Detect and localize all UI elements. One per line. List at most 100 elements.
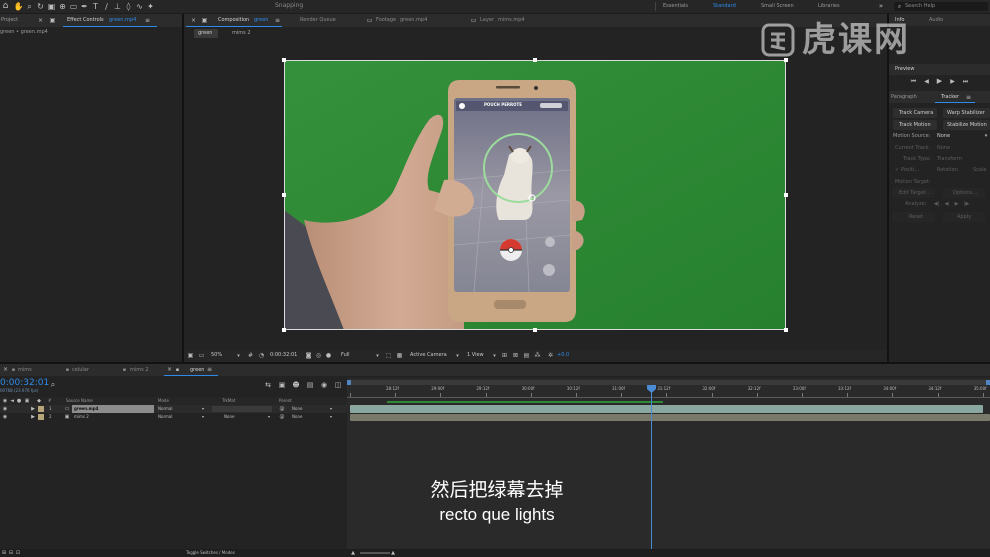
comp-mini-flowchart-icon[interactable]: ⇆ bbox=[263, 381, 273, 390]
last-frame-icon[interactable]: ⏭ bbox=[961, 77, 970, 86]
chevron-down-icon[interactable]: ▾ bbox=[328, 405, 334, 413]
tab-layer-label[interactable]: Layer bbox=[480, 18, 494, 23]
search-icon[interactable]: ⌕ bbox=[48, 380, 58, 390]
transparency-grid-icon[interactable]: ▦ bbox=[395, 351, 404, 361]
previous-frame-icon[interactable]: ◀ bbox=[922, 77, 931, 86]
tab-audio[interactable]: Audio bbox=[929, 18, 943, 23]
chevron-down-icon[interactable]: ▾ bbox=[266, 413, 272, 421]
next-frame-icon[interactable]: ▶ bbox=[948, 77, 957, 86]
analyze-forward-icon[interactable]: ▶ bbox=[953, 200, 960, 208]
zoom-dropdown[interactable]: 50% bbox=[211, 353, 222, 358]
layer-row[interactable]: ◉ ▶ 1 ▭ green.mp4 Normal ▾ @ None ▾ bbox=[0, 405, 347, 413]
layer-trkmat-dropdown[interactable]: None bbox=[224, 415, 234, 419]
search-help-field[interactable]: ⌕ Search Help bbox=[894, 2, 988, 11]
label-color-swatch[interactable] bbox=[38, 414, 44, 420]
chevron-down-icon[interactable]: ▾ bbox=[328, 413, 334, 421]
show-snapshot-icon[interactable]: ◎ bbox=[314, 351, 323, 361]
color-channel-icon[interactable]: ● bbox=[324, 351, 333, 361]
transform-handle[interactable] bbox=[282, 328, 286, 332]
motion-blur-icon[interactable]: ◉ bbox=[319, 381, 329, 390]
toggle-pixel-aspect-icon[interactable]: ⊞ bbox=[500, 351, 509, 361]
transform-handle[interactable] bbox=[784, 328, 788, 332]
analyze-forward-frame-icon[interactable]: |▶ bbox=[963, 200, 970, 208]
lock-icon[interactable]: ▣ bbox=[49, 16, 56, 25]
layer-bounding-box[interactable] bbox=[284, 60, 786, 330]
warp-stabilizer-button[interactable]: Warp Stabilizer bbox=[943, 108, 990, 118]
layer-mode-dropdown[interactable]: Normal bbox=[158, 407, 172, 411]
position-checkbox[interactable]: ✓ bbox=[894, 167, 900, 174]
snapping-label[interactable]: Snapping bbox=[275, 3, 303, 9]
graph-editor-icon[interactable]: ◫ bbox=[333, 381, 343, 390]
transform-handle[interactable] bbox=[533, 58, 537, 62]
snapshot-icon[interactable]: ◙ bbox=[304, 351, 313, 361]
trkmat-header[interactable]: TrkMat bbox=[222, 399, 235, 403]
expand-arrow-icon[interactable]: ▶ bbox=[30, 405, 36, 413]
eraser-tool-icon[interactable]: ◊ bbox=[124, 2, 133, 11]
views-dropdown[interactable]: 1 View bbox=[467, 353, 484, 358]
tab-tracker[interactable]: Tracker bbox=[941, 95, 959, 100]
puppet-tool-icon[interactable]: ✦ bbox=[146, 2, 155, 11]
current-track-dropdown[interactable]: None bbox=[937, 146, 950, 151]
camera-tool-icon[interactable]: ▣ bbox=[47, 2, 56, 11]
workspace-libraries[interactable]: Libraries bbox=[818, 4, 840, 9]
frame-blending-icon[interactable]: ▤ bbox=[305, 381, 315, 390]
roto-brush-tool-icon[interactable]: ∿ bbox=[135, 2, 144, 11]
chevron-down-icon[interactable]: ▾ bbox=[200, 413, 206, 421]
track-bar-mims2[interactable] bbox=[350, 414, 990, 421]
comp-flow-mims2-label[interactable]: mims 2 bbox=[232, 31, 251, 36]
layer-row[interactable]: ◉ ▶ 2 ▣ mims 2 Normal ▾ None ▾ @ None ▾ bbox=[0, 413, 347, 421]
comp-flow-green[interactable]: green bbox=[194, 29, 218, 38]
tab-paragraph[interactable]: Paragraph bbox=[891, 95, 917, 100]
track-type-dropdown[interactable]: Transform bbox=[937, 157, 962, 162]
resolution-dropdown[interactable]: Full bbox=[341, 353, 350, 358]
mode-header[interactable]: Mode bbox=[158, 399, 169, 403]
workspace-overflow-icon[interactable]: » bbox=[877, 2, 885, 11]
draft-3d-icon[interactable]: ▣ bbox=[277, 381, 287, 390]
pen-tool-icon[interactable]: ✒ bbox=[80, 2, 89, 11]
panel-menu-icon[interactable]: ≡ bbox=[206, 366, 213, 374]
rectangle-tool-icon[interactable]: ▭ bbox=[69, 2, 78, 11]
viewer-timecode[interactable]: 0:00:32:01 bbox=[270, 353, 297, 358]
zoom-out-icon[interactable]: ▲ bbox=[350, 549, 356, 557]
transform-handle[interactable] bbox=[282, 193, 286, 197]
chevron-down-icon[interactable]: ▾ bbox=[235, 351, 242, 361]
video-eye-icon[interactable]: ◉ bbox=[2, 413, 8, 421]
pickwhip-icon[interactable]: @ bbox=[279, 413, 285, 421]
motion-source-dropdown[interactable]: None bbox=[937, 134, 950, 139]
panel-menu-icon[interactable]: ≡ bbox=[965, 93, 972, 102]
layer-mode-dropdown[interactable]: Normal bbox=[158, 415, 172, 419]
toggle-switches-modes[interactable]: Toggle Switches / Modes bbox=[186, 551, 235, 555]
workspace-essentials[interactable]: Essentials bbox=[663, 4, 688, 9]
pan-behind-tool-icon[interactable]: ⊕ bbox=[58, 2, 67, 11]
channel-icon[interactable]: ◔ bbox=[257, 351, 266, 361]
close-icon[interactable]: × bbox=[166, 366, 173, 374]
close-icon[interactable]: × bbox=[190, 16, 197, 25]
layer-parent-dropdown[interactable]: None bbox=[292, 407, 302, 411]
apply-button[interactable]: Apply bbox=[943, 212, 985, 222]
expand-arrow-icon[interactable]: ▶ bbox=[30, 413, 36, 421]
track-camera-button[interactable]: Track Camera bbox=[893, 108, 937, 118]
chevron-down-icon[interactable]: ▾ bbox=[374, 351, 381, 361]
edit-target-button[interactable]: Edit Target... bbox=[893, 188, 935, 198]
workspace-small-screen[interactable]: Small Screen bbox=[761, 4, 794, 9]
hand-tool-icon[interactable]: ✋ bbox=[14, 2, 24, 11]
monitor-icon[interactable]: ▭ bbox=[197, 351, 206, 361]
label-color-swatch[interactable] bbox=[38, 406, 44, 412]
video-eye-icon[interactable]: ◉ bbox=[2, 405, 8, 413]
reset-exposure-icon[interactable]: ✲ bbox=[546, 351, 555, 361]
timeline-timecode[interactable]: 0:00:32:01 bbox=[0, 379, 49, 388]
tab-composition-name[interactable]: green bbox=[254, 18, 268, 23]
shy-icon[interactable]: ☻ bbox=[291, 381, 301, 390]
transform-handle[interactable] bbox=[784, 193, 788, 197]
region-of-interest-icon[interactable]: ⬚ bbox=[384, 351, 393, 361]
timeline-tab-celular[interactable]: celular bbox=[72, 368, 89, 373]
zoom-slider[interactable] bbox=[360, 552, 390, 554]
chevron-down-icon[interactable]: ▾ bbox=[983, 133, 989, 140]
zoom-slider-handle[interactable]: ▲ bbox=[390, 549, 396, 557]
chevron-down-icon[interactable]: ▾ bbox=[491, 351, 498, 361]
layer-name[interactable]: green.mp4 bbox=[74, 407, 98, 411]
parent-header[interactable]: Parent bbox=[279, 399, 292, 403]
rotate-tool-icon[interactable]: ↻ bbox=[36, 2, 45, 11]
stabilize-motion-button[interactable]: Stabilize Motion bbox=[943, 120, 990, 130]
track-motion-button[interactable]: Track Motion bbox=[893, 120, 937, 130]
